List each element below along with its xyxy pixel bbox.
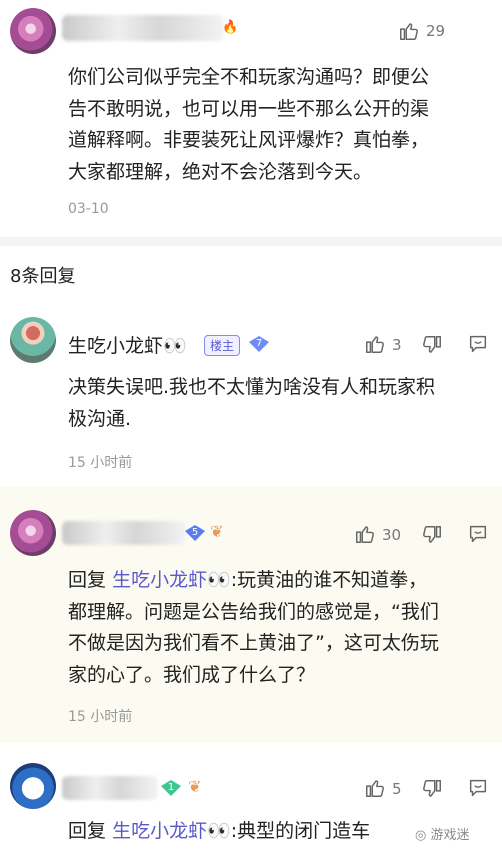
reply-text: 回复 生吃小龙虾👀:玩黄油的谁不知道拳， 都理解。问题是公告给我们的感觉是，“我… bbox=[68, 569, 439, 686]
reply-button[interactable] bbox=[467, 777, 489, 799]
like-button[interactable] bbox=[364, 777, 386, 799]
username-redacted[interactable] bbox=[62, 521, 186, 545]
mention-link[interactable]: 生吃小龙虾👀 bbox=[112, 569, 231, 591]
reply-time: 15 小时前 bbox=[68, 709, 133, 725]
like-button[interactable] bbox=[364, 333, 386, 355]
replies-header: 8条回复 bbox=[10, 266, 76, 287]
watermark: ◎ 游戏迷 bbox=[412, 824, 473, 843]
avatar[interactable] bbox=[10, 763, 56, 809]
reply-button[interactable] bbox=[467, 333, 489, 355]
medal-icon: ❦ bbox=[210, 522, 224, 541]
thumbs-up-icon bbox=[366, 336, 384, 353]
reply-prefix: 回复 bbox=[68, 569, 107, 591]
thumbs-down-icon bbox=[423, 780, 441, 797]
reply-text: 决策失误吧.我也不太懂为啥没有人和玩家积 极沟通. bbox=[68, 376, 436, 430]
medal-icon: ❦ bbox=[188, 777, 202, 796]
section-divider bbox=[0, 237, 502, 246]
level-badge: 5 bbox=[184, 524, 206, 542]
thumbs-up-icon bbox=[366, 780, 384, 797]
avatar[interactable] bbox=[10, 8, 56, 54]
level-badge: 7 bbox=[248, 335, 270, 353]
thumbs-down-icon bbox=[423, 526, 441, 543]
thumbs-down-icon bbox=[423, 336, 441, 353]
thumbs-up-icon bbox=[400, 23, 418, 40]
thumbs-up-icon bbox=[356, 526, 374, 543]
like-button[interactable] bbox=[398, 20, 420, 42]
username[interactable]: 生吃小龙虾👀 bbox=[68, 331, 187, 358]
mention-link[interactable]: 生吃小龙虾👀 bbox=[112, 820, 231, 842]
avatar[interactable] bbox=[10, 510, 56, 556]
like-count: 3 bbox=[392, 336, 402, 354]
like-count: 30 bbox=[382, 526, 402, 544]
comment-text: 你们公司似乎完全不和玩家沟通吗？即便公 告不敢明说，也可以用一些不那么公开的渠 … bbox=[68, 66, 430, 183]
comment-icon bbox=[469, 779, 487, 797]
dislike-button[interactable] bbox=[421, 524, 443, 546]
host-badge: 楼主 bbox=[204, 335, 241, 356]
like-count: 29 bbox=[426, 22, 446, 40]
like-count: 5 bbox=[392, 780, 402, 798]
level-badge: 1 bbox=[160, 779, 182, 797]
dislike-button[interactable] bbox=[421, 778, 443, 800]
comment-date: 03-10 bbox=[68, 201, 109, 217]
like-button[interactable] bbox=[354, 523, 376, 545]
avatar[interactable] bbox=[10, 317, 56, 363]
reply-button[interactable] bbox=[467, 523, 489, 545]
dislike-button[interactable] bbox=[421, 334, 443, 356]
fire-icon: 🔥 bbox=[222, 20, 239, 35]
reply-time: 15 小时前 bbox=[68, 455, 133, 471]
username-redacted[interactable] bbox=[62, 776, 158, 800]
wechat-icon: ◎ bbox=[415, 828, 427, 843]
comment-icon bbox=[469, 335, 487, 353]
comment-icon bbox=[469, 525, 487, 543]
username-redacted[interactable] bbox=[62, 15, 224, 41]
reply-prefix: 回复 bbox=[68, 820, 107, 842]
